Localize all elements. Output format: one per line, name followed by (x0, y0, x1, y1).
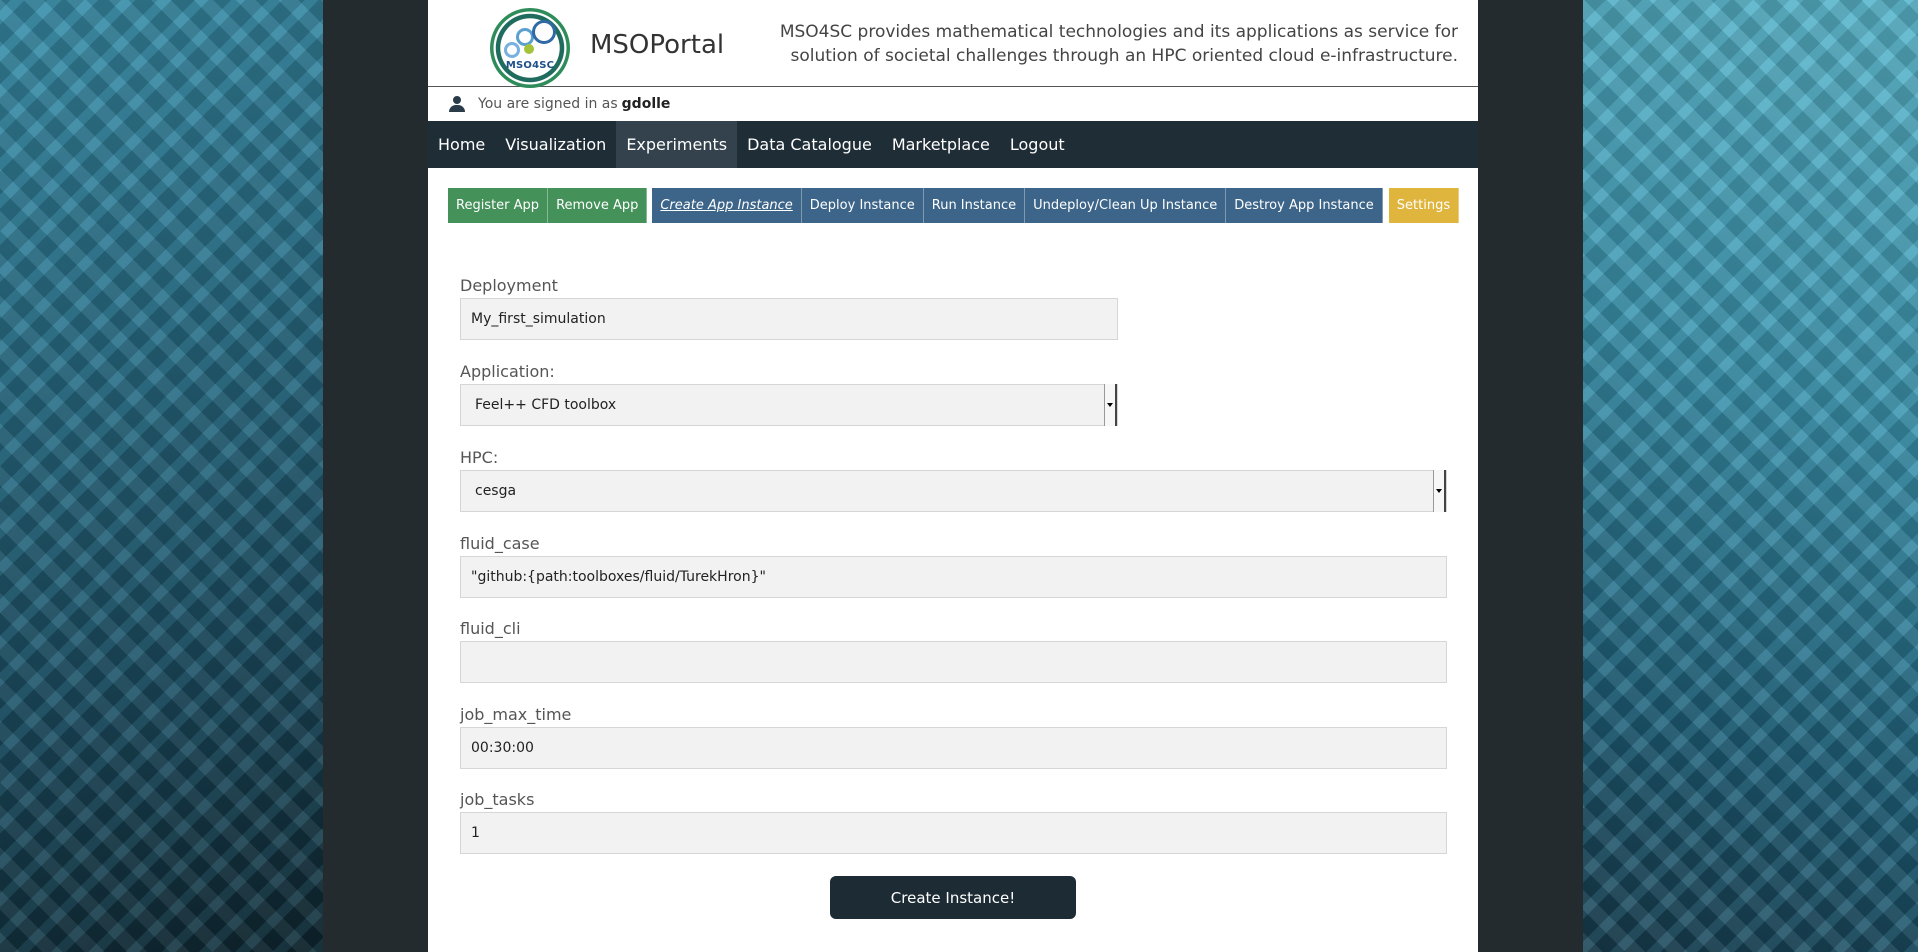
job-tasks-field: job_tasks 1 (460, 790, 1447, 854)
brand-title: MSOPortal (590, 30, 725, 60)
nav-experiments[interactable]: Experiments (616, 121, 738, 168)
application-field: Application: Feel++ CFD toolbox (460, 362, 1118, 426)
background-pattern-left (0, 0, 323, 952)
logo-ring-icon (504, 42, 520, 58)
fluid-case-field: fluid_case "github:{path:toolboxes/fluid… (460, 534, 1447, 598)
main-navbar: Home Visualization Experiments Data Cata… (428, 121, 1478, 168)
fluid-case-label: fluid_case (460, 534, 540, 553)
remove-app-button[interactable]: Remove App (548, 188, 648, 223)
action-toolbar: Register App Remove App Create App Insta… (448, 188, 1460, 223)
chevron-down-icon[interactable] (1433, 470, 1446, 512)
undeploy-instance-button[interactable]: Undeploy/Clean Up Instance (1025, 188, 1227, 223)
run-instance-button[interactable]: Run Instance (923, 188, 1026, 223)
signed-in-bar: You are signed in as gdolle (428, 87, 1478, 120)
user-icon (448, 95, 466, 112)
hpc-select[interactable]: cesga (460, 470, 1447, 512)
application-select-value: Feel++ CFD toolbox (475, 397, 617, 413)
job-tasks-input[interactable]: 1 (460, 812, 1447, 854)
create-instance-button[interactable]: Create Instance! (830, 876, 1076, 919)
fluid-cli-input[interactable] (460, 641, 1447, 683)
job-max-time-input[interactable]: 00:30:00 (460, 727, 1447, 769)
destroy-app-instance-button[interactable]: Destroy App Instance (1226, 188, 1383, 223)
create-app-instance-button[interactable]: Create App Instance (652, 188, 802, 223)
background-pattern-right (1583, 0, 1918, 952)
job-max-time-label: job_max_time (460, 705, 572, 724)
deploy-instance-button[interactable]: Deploy Instance (801, 188, 924, 223)
header: MSO4SC MSOPortal MSO4SC provides mathema… (428, 0, 1478, 88)
deployment-id-label: Deployment ID: (460, 276, 558, 314)
deployment-id-input[interactable]: My_first_simulation (460, 298, 1118, 340)
tagline: MSO4SC provides mathematical technologie… (779, 22, 1458, 66)
nav-home[interactable]: Home (428, 121, 495, 168)
fluid-cli-field: fluid_cli (460, 619, 1447, 683)
username: gdolle (621, 95, 671, 112)
nav-marketplace[interactable]: Marketplace (882, 121, 1000, 168)
nav-data-catalogue[interactable]: Data Catalogue (737, 121, 882, 168)
portal-card: MSO4SC MSOPortal MSO4SC provides mathema… (428, 0, 1478, 952)
nav-visualization[interactable]: Visualization (495, 121, 616, 168)
settings-button[interactable]: Settings (1388, 188, 1460, 223)
logo-dot-icon (524, 44, 534, 54)
mso4sc-logo: MSO4SC (490, 8, 570, 88)
hpc-field: HPC: primary cesga (460, 448, 1447, 512)
logo-ring-icon (532, 20, 556, 44)
register-app-button[interactable]: Register App (448, 188, 549, 223)
job-max-time-field: job_max_time 00:30:00 (460, 705, 1447, 769)
hpc-select-value: cesga (475, 483, 517, 499)
application-select[interactable]: Feel++ CFD toolbox (460, 384, 1118, 426)
logo-text: MSO4SC (505, 60, 555, 71)
hpc-label: HPC: primary (460, 448, 523, 486)
application-label: Application: (460, 362, 555, 381)
nav-logout[interactable]: Logout (1000, 121, 1075, 168)
job-tasks-label: job_tasks (460, 790, 535, 809)
signed-in-text: You are signed in as (478, 95, 618, 112)
fluid-cli-label: fluid_cli (460, 619, 521, 638)
fluid-case-input[interactable]: "github:{path:toolboxes/fluid/TurekHron}… (460, 556, 1447, 598)
chevron-down-icon[interactable] (1104, 384, 1117, 426)
deployment-id-field: Deployment ID: My_first_simulation (460, 276, 1118, 340)
